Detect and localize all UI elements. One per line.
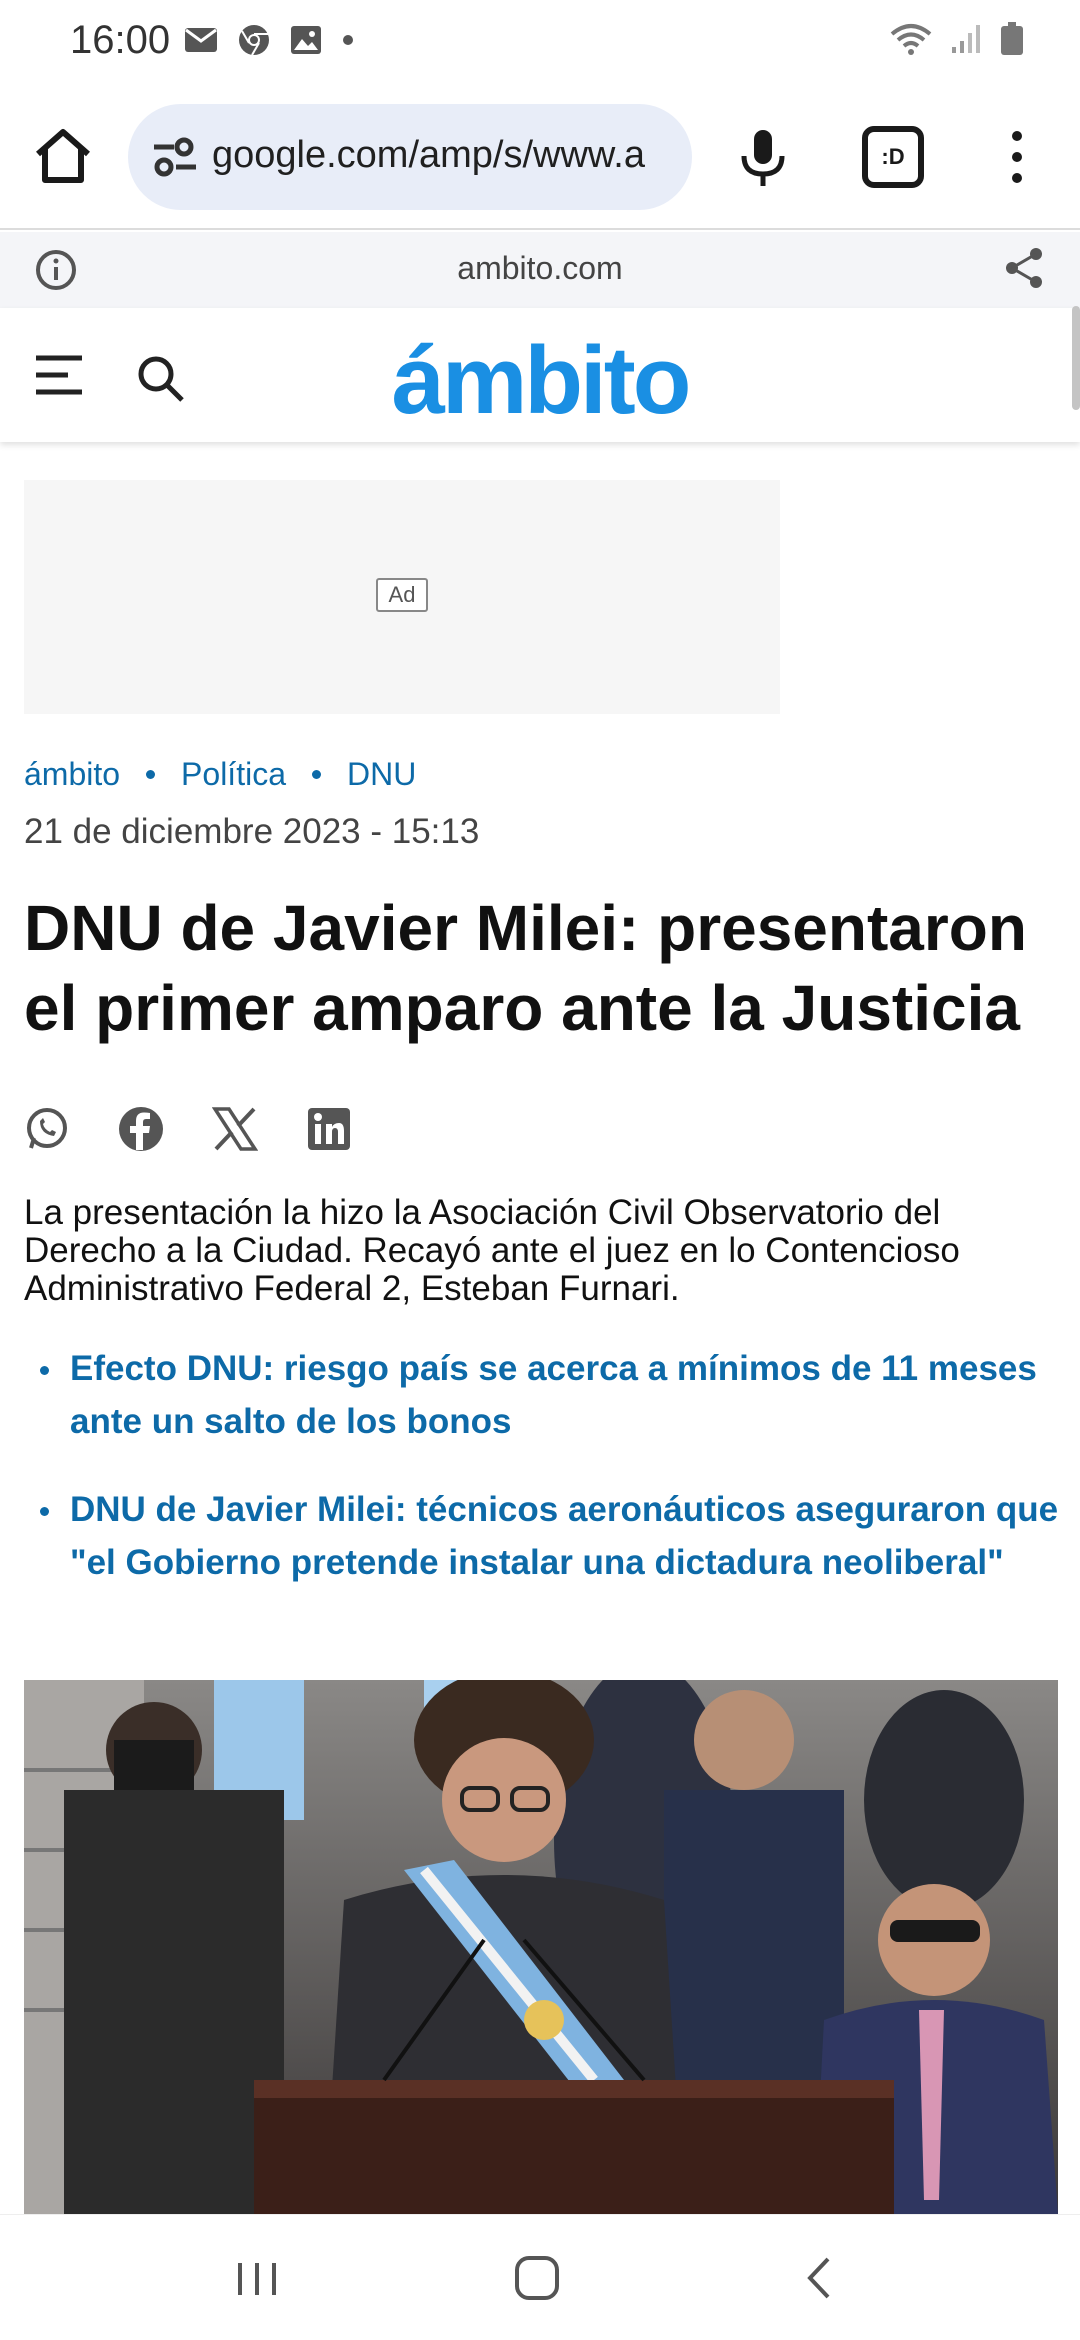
browser-toolbar: google.com/amp/s/www.a :D bbox=[0, 84, 1080, 230]
breadcrumb-separator bbox=[311, 770, 321, 779]
url-text[interactable]: google.com/amp/s/www.a bbox=[212, 134, 682, 177]
share-buttons bbox=[24, 1106, 352, 1152]
breadcrumb: ámbito Política DNU bbox=[24, 756, 416, 793]
facebook-icon[interactable] bbox=[118, 1106, 164, 1152]
related-link[interactable]: DNU de Javier Milei: técnicos aeronáutic… bbox=[40, 1483, 1070, 1589]
system-icons bbox=[890, 22, 1024, 56]
more-options-icon[interactable] bbox=[1000, 124, 1034, 190]
article-date: 21 de diciembre 2023 - 15:13 bbox=[24, 812, 480, 851]
breadcrumb-item[interactable]: Política bbox=[181, 756, 286, 793]
site-logo[interactable]: ámbito bbox=[0, 326, 1080, 436]
share-icon[interactable] bbox=[1002, 246, 1046, 290]
microphone-icon[interactable] bbox=[730, 124, 796, 190]
system-navigation-bar bbox=[0, 2214, 1080, 2340]
home-icon[interactable] bbox=[30, 124, 96, 190]
recent-apps-icon[interactable] bbox=[234, 2259, 280, 2299]
whatsapp-icon[interactable] bbox=[24, 1106, 70, 1152]
back-icon[interactable] bbox=[800, 2255, 840, 2301]
x-icon[interactable] bbox=[212, 1106, 258, 1152]
site-header: ámbito bbox=[0, 308, 1080, 442]
address-bar[interactable]: google.com/amp/s/www.a bbox=[128, 104, 692, 210]
dot-icon bbox=[343, 35, 353, 45]
photo-illustration bbox=[24, 1680, 1058, 2214]
breadcrumb-separator bbox=[146, 770, 156, 779]
breadcrumb-item[interactable]: DNU bbox=[347, 756, 416, 793]
tab-switcher-button[interactable]: :D bbox=[862, 126, 924, 188]
scrollbar[interactable] bbox=[1072, 306, 1080, 410]
home-nav-icon[interactable] bbox=[514, 2255, 560, 2301]
notification-icons bbox=[184, 24, 354, 56]
ad-placeholder[interactable]: Ad bbox=[24, 480, 780, 714]
amp-header: ambito.com bbox=[0, 232, 1080, 308]
signal-icon bbox=[952, 25, 980, 53]
article-photo[interactable] bbox=[24, 1680, 1058, 2214]
related-links: Efecto DNU: riesgo país se acerca a míni… bbox=[40, 1342, 1070, 1624]
related-link[interactable]: Efecto DNU: riesgo país se acerca a míni… bbox=[40, 1342, 1070, 1448]
amp-domain: ambito.com bbox=[457, 250, 623, 286]
linkedin-icon[interactable] bbox=[306, 1106, 352, 1152]
article-title: DNU de Javier Milei: presentaron el prim… bbox=[24, 892, 1027, 1044]
chrome-icon bbox=[239, 25, 269, 56]
mail-icon bbox=[185, 28, 217, 52]
battery-icon bbox=[1001, 22, 1023, 55]
status-bar: 16:00 bbox=[0, 0, 1080, 84]
breadcrumb-item[interactable]: ámbito bbox=[24, 756, 120, 793]
site-settings-icon[interactable] bbox=[150, 132, 200, 182]
status-time: 16:00 bbox=[70, 18, 171, 62]
ad-label: Ad bbox=[376, 578, 428, 612]
wifi-icon bbox=[890, 24, 932, 55]
gallery-icon bbox=[291, 26, 321, 54]
article-summary: La presentación la hizo la Asociación Ci… bbox=[24, 1193, 960, 1308]
